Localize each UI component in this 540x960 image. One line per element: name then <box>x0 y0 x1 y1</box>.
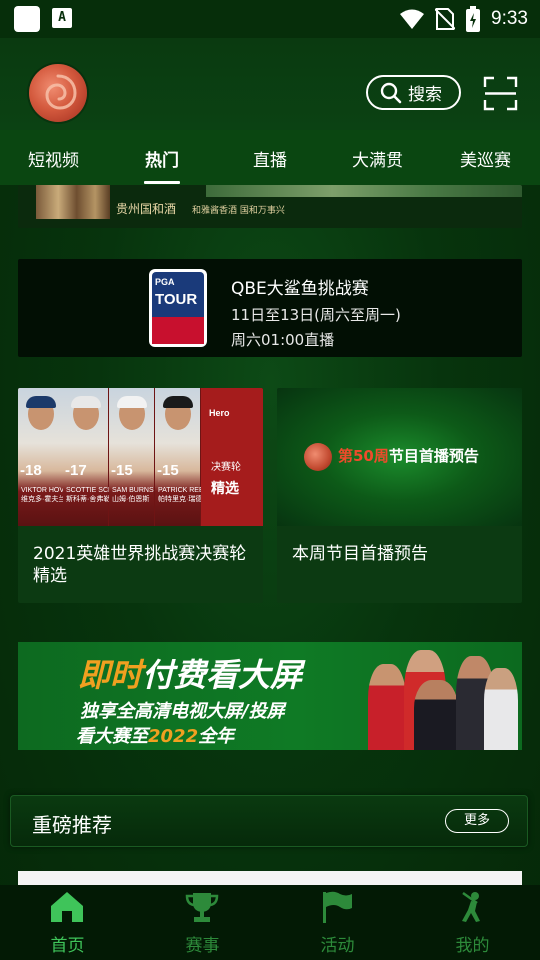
category-tabs: 短视频 热门 直播 大满贯 美巡赛 <box>0 130 540 185</box>
nav-events[interactable]: 赛事 <box>135 885 270 960</box>
battery-icon <box>466 6 481 32</box>
nav-home[interactable]: 首页 <box>0 885 135 960</box>
panel-round-label: 决赛轮 <box>211 462 241 473</box>
more-button[interactable]: 更多 <box>445 809 509 833</box>
nav-activities[interactable]: 活动 <box>270 885 405 960</box>
promo-week: 第50周 <box>338 447 389 465</box>
video-title: 本周节目首播预告 <box>292 544 428 564</box>
player-score: -18 <box>20 462 42 479</box>
search-button[interactable]: 搜索 <box>366 75 461 110</box>
nav-home-label: 首页 <box>50 936 85 956</box>
nav-profile[interactable]: 我的 <box>405 885 540 960</box>
tab-grand-slam[interactable]: 大满贯 <box>352 146 403 171</box>
ad-landscape-strip <box>206 185 522 197</box>
banner-headline: 即时付费看大屏 <box>78 650 302 696</box>
player-burns: -15 SAM BURNS 山姆·伯恩斯 <box>109 388 154 526</box>
pga-logo-text: PGA <box>155 277 175 287</box>
banner-year: 2022 <box>148 726 199 747</box>
nav-activities-label: 活动 <box>320 936 355 956</box>
video-thumbnail: -18 VIKTOR HOVLAND 维克多·霍夫兰 -17 SCOTTIE S… <box>18 388 263 526</box>
subscription-banner[interactable]: 即时付费看大屏 独享全高清电视大屏/投屏 看大赛至2022全年 <box>18 642 522 750</box>
banner-highlight: 即时 <box>78 656 143 694</box>
video-title: 2021英雄世界挑战赛决赛轮精选 <box>33 544 247 586</box>
player-score: -15 <box>111 462 133 479</box>
player-hovland: -18 VIKTOR HOVLAND 维克多·霍夫兰 <box>18 388 83 526</box>
trophy-icon <box>185 893 219 922</box>
ad-slogan: 和雅酱香酒 国和万事兴 <box>192 206 285 216</box>
golfer-icon <box>462 891 480 922</box>
nav-events-label: 赛事 <box>185 936 220 956</box>
pga-tour-logo: PGA TOUR <box>149 269 207 347</box>
banner-line3-end: 全年 <box>198 726 235 747</box>
player-score: -15 <box>157 462 179 479</box>
banner-line3-start: 看大赛至 <box>76 726 148 747</box>
bottom-navigation: 首页 赛事 活动 我的 <box>0 885 540 960</box>
promo-subtitle: 节目首播预告 <box>388 447 479 465</box>
match-dates: 11日至13日(周六至周一) <box>231 306 401 324</box>
tour-logo-text: TOUR <box>155 291 198 308</box>
player-score: -17 <box>65 462 87 479</box>
ad-brand: 贵州国和酒 <box>116 202 177 216</box>
no-sim-icon <box>435 8 456 30</box>
video-card-hero-challenge[interactable]: -18 VIKTOR HOVLAND 维克多·霍夫兰 -17 SCOTTIE S… <box>18 388 263 603</box>
status-bar: A 9:33 <box>0 0 540 38</box>
match-title: QBE大鲨鱼挑战赛 <box>231 279 369 299</box>
hero-challenge-panel: Hero 决赛轮 精选 <box>201 388 263 526</box>
flag-icon <box>323 891 352 923</box>
app-header: 搜索 <box>0 38 540 130</box>
status-time: 9:33 <box>491 8 528 29</box>
app-logo-small <box>304 443 332 471</box>
video-card-weekly-preview[interactable]: 第50周节目首播预告 本周节目首播预告 <box>277 388 522 603</box>
golfers-image <box>358 642 522 750</box>
match-broadcast-time: 周六01:00直播 <box>231 331 335 349</box>
active-tab-indicator <box>144 181 180 184</box>
search-label: 搜索 <box>408 85 442 105</box>
hero-brand: Hero <box>209 408 230 418</box>
home-icon <box>51 892 83 922</box>
player-reed: -15 PATRICK REED 帕特里克·瑞德 <box>155 388 209 526</box>
player-name: SAM BURNS 山姆·伯恩斯 <box>112 487 154 503</box>
promo-text: 第50周节目首播预告 <box>338 445 479 466</box>
video-thumbnail: 第50周节目首播预告 <box>277 388 522 526</box>
banner-line3: 看大赛至2022全年 <box>76 722 234 748</box>
tab-pga-tour[interactable]: 美巡赛 <box>460 146 511 171</box>
notification-a-icon: A <box>52 8 72 28</box>
recommend-section-header: 重磅推荐 更多 <box>10 795 528 847</box>
top-ad-banner[interactable]: 贵州国和酒 和雅酱香酒 国和万事兴 <box>18 185 522 228</box>
banner-line2: 独享全高清电视大屏/投屏 <box>80 701 285 722</box>
recommend-title: 重磅推荐 <box>32 813 112 837</box>
wifi-icon <box>400 9 425 29</box>
tab-short-video[interactable]: 短视频 <box>28 146 79 171</box>
nav-profile-label: 我的 <box>455 936 490 956</box>
live-match-card[interactable]: PGA TOUR QBE大鲨鱼挑战赛 11日至13日(周六至周一) 周六01:0… <box>18 259 522 357</box>
search-icon <box>380 82 402 103</box>
player-scheffler: -17 SCOTTIE SCHEFFLER 斯科蒂·舍弗勒 <box>63 388 140 526</box>
scan-icon[interactable] <box>483 76 518 111</box>
notification-square-icon <box>14 6 40 32</box>
app-logo[interactable] <box>29 64 87 122</box>
tab-hot[interactable]: 热门 <box>145 146 179 171</box>
banner-headline-rest: 付费看大屏 <box>142 656 303 694</box>
panel-highlight-label: 精选 <box>211 481 239 497</box>
tab-live[interactable]: 直播 <box>253 146 287 171</box>
wine-bottle-image <box>36 185 110 219</box>
